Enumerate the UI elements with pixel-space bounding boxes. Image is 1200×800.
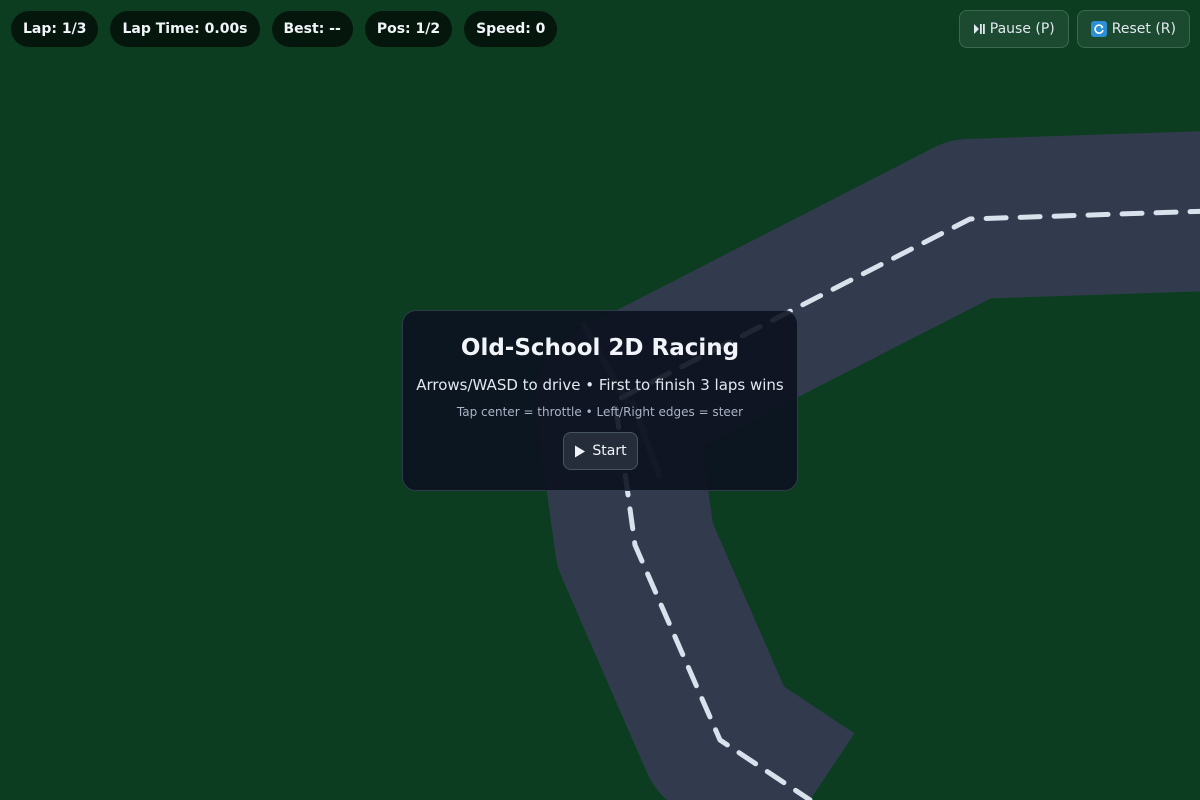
pause-button[interactable]: Pause (P)	[958, 10, 1069, 48]
pause-label: Pause (P)	[989, 21, 1055, 37]
reset-label: Reset (R)	[1111, 21, 1176, 37]
start-button[interactable]: Start	[563, 432, 638, 470]
start-overlay: Old-School 2D Racing Arrows/WASD to driv…	[402, 310, 798, 491]
race-position: Pos: 1/2	[364, 11, 453, 47]
touch-hint: Tap center = throttle • Left/Right edges…	[456, 405, 744, 419]
reset-button[interactable]: Reset (R)	[1076, 10, 1190, 48]
reset-icon	[1090, 21, 1107, 37]
track-road	[535, 131, 1200, 800]
game-controls: Pause (P) Reset (R)	[958, 10, 1190, 48]
hud-bar: Lap: 1/3 Lap Time: 0.00s Best: -- Pos: 1…	[11, 11, 558, 47]
start-label: Start	[592, 443, 627, 459]
play-icon	[574, 445, 586, 458]
lap-time: Lap Time: 0.00s	[110, 11, 260, 47]
game-canvas[interactable]: Lap: 1/3 Lap Time: 0.00s Best: -- Pos: 1…	[0, 0, 1200, 800]
speed-readout: Speed: 0	[464, 11, 558, 47]
game-title: Old-School 2D Racing	[460, 335, 740, 361]
best-time: Best: --	[271, 11, 353, 47]
play-pause-icon	[973, 23, 985, 35]
lap-counter: Lap: 1/3	[11, 11, 99, 47]
instructions: Arrows/WASD to drive • First to finish 3…	[416, 376, 784, 394]
